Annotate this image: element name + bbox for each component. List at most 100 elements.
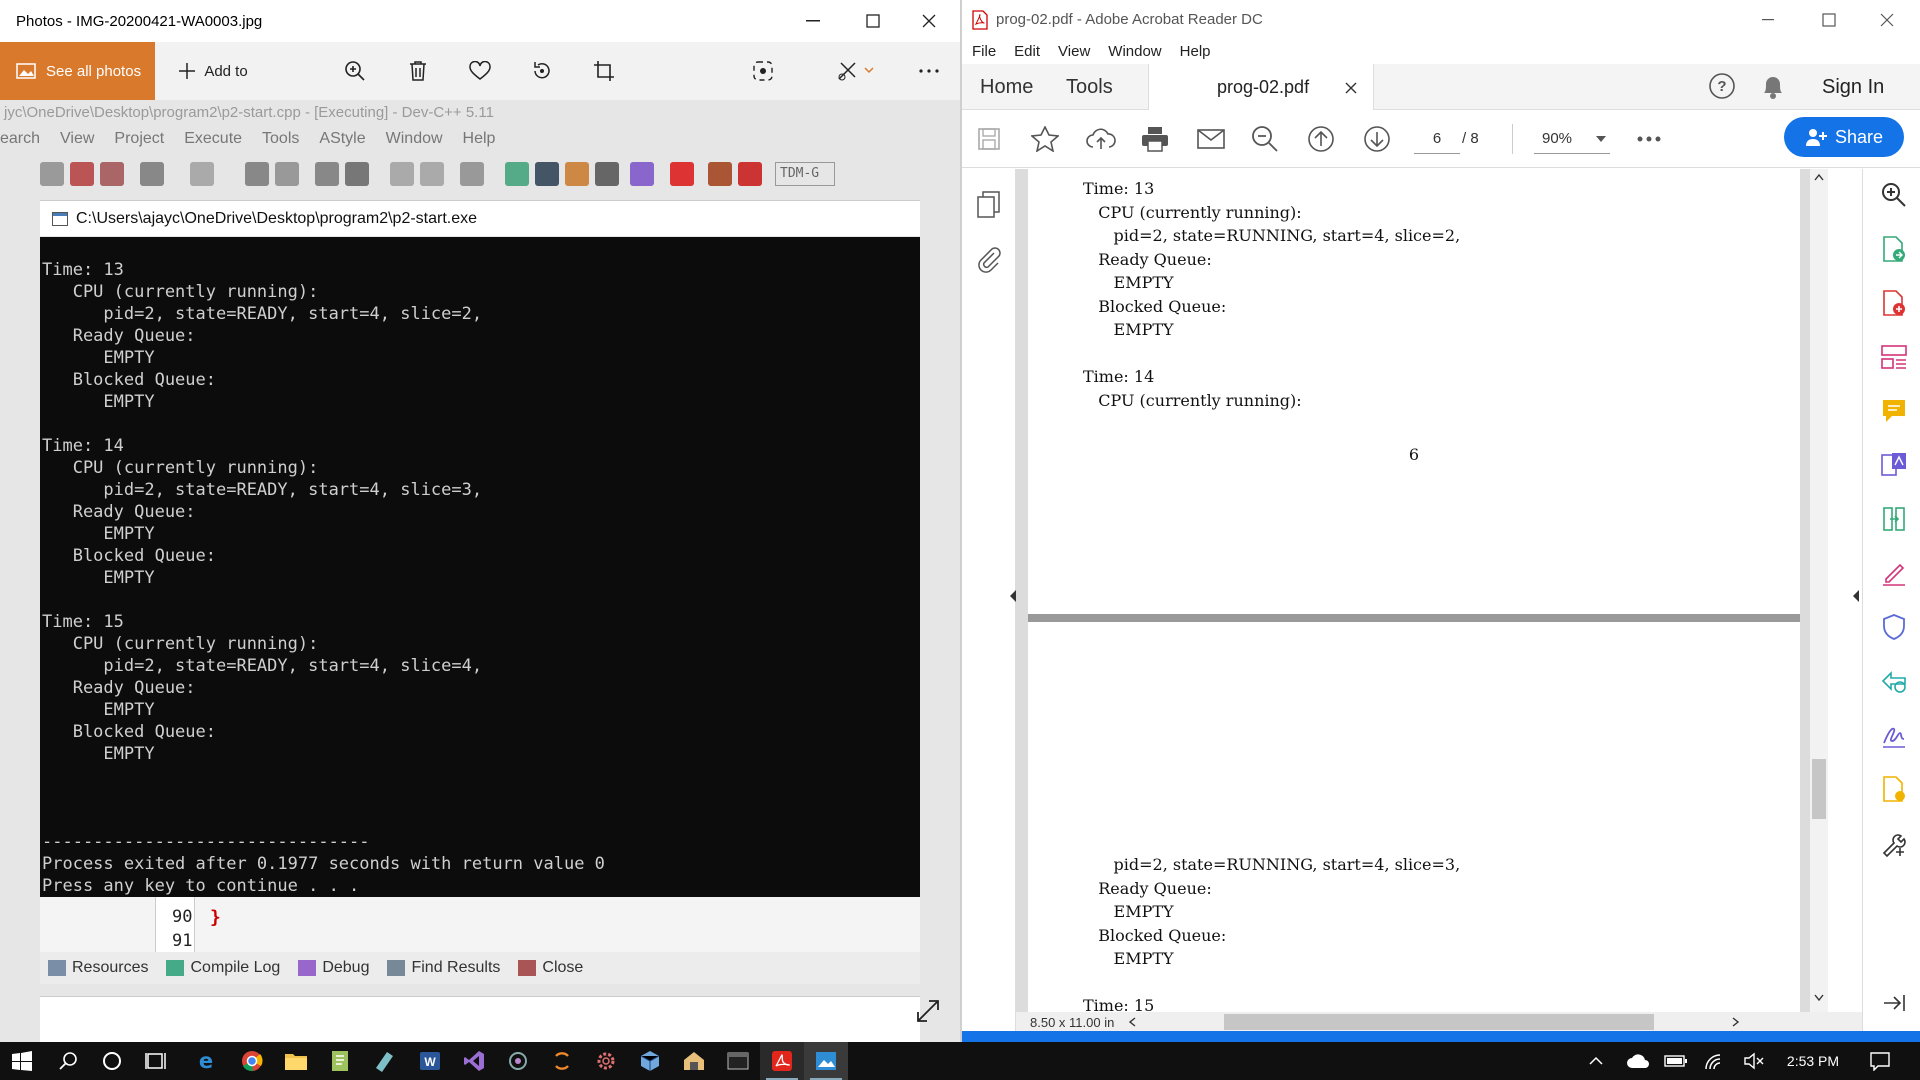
wifi-icon[interactable] xyxy=(1692,1042,1736,1080)
menu-window[interactable]: Window xyxy=(1108,43,1161,60)
right-tools-rail xyxy=(1853,169,1920,1042)
favorite-heart-icon[interactable] xyxy=(465,42,495,100)
menu-help[interactable]: Help xyxy=(1180,43,1211,60)
eclipse-icon[interactable] xyxy=(540,1042,584,1080)
close-button[interactable] xyxy=(906,0,952,42)
share-button[interactable]: Share xyxy=(1784,117,1904,157)
stamp-document-icon[interactable] xyxy=(1880,775,1908,803)
photo-tool-icon xyxy=(535,162,559,186)
see-all-photos-button[interactable]: See all photos xyxy=(0,42,155,100)
save-icon[interactable] xyxy=(974,124,1004,154)
next-page-icon[interactable] xyxy=(1362,124,1392,154)
zoom-select[interactable]: 90% xyxy=(1534,124,1610,154)
menu-view[interactable]: View xyxy=(1058,43,1090,60)
collapse-tools-pane-icon[interactable] xyxy=(1880,989,1908,1017)
volume-muted-icon[interactable] xyxy=(1732,1042,1776,1080)
horizontal-scroll-thumb[interactable] xyxy=(1224,1014,1655,1030)
zoom-search-icon[interactable] xyxy=(1250,124,1280,154)
acrobat-maximize-button[interactable] xyxy=(1822,8,1852,32)
request-signature-icon[interactable] xyxy=(1880,721,1908,749)
scroll-left-icon[interactable] xyxy=(1128,1017,1136,1027)
chevron-down-icon xyxy=(864,67,874,74)
expand-icon[interactable] xyxy=(915,998,945,1028)
file-explorer-icon[interactable] xyxy=(274,1042,318,1080)
visual-studio-icon[interactable] xyxy=(452,1042,496,1080)
more-tools-icon[interactable] xyxy=(1634,124,1664,154)
photo-tool-icon xyxy=(505,162,529,186)
word-icon[interactable]: W xyxy=(408,1042,452,1080)
vertical-scrollbar[interactable] xyxy=(1810,169,1828,1012)
app-icon[interactable] xyxy=(496,1042,540,1080)
edit-create-button[interactable] xyxy=(830,42,880,100)
acrobat-taskbar-icon[interactable] xyxy=(760,1042,804,1080)
zoom-icon[interactable] xyxy=(340,42,370,100)
page-thumbnails-icon[interactable] xyxy=(976,191,1002,219)
expand-right-arrow-icon[interactable] xyxy=(1851,589,1861,603)
svg-text:e: e xyxy=(199,1050,213,1072)
settings-gear-icon[interactable] xyxy=(584,1042,628,1080)
start-windows-icon[interactable] xyxy=(0,1042,44,1080)
zoom-in-icon[interactable] xyxy=(1880,181,1908,209)
comment-icon[interactable] xyxy=(1880,397,1908,425)
add-to-button[interactable]: Add to xyxy=(168,42,258,100)
acrobat-close-button[interactable] xyxy=(1880,8,1910,32)
scroll-right-icon[interactable] xyxy=(1732,1017,1740,1027)
terminal-icon[interactable] xyxy=(716,1042,760,1080)
pdf-text-line: EMPTY xyxy=(1083,273,1174,292)
app-icon[interactable] xyxy=(672,1042,716,1080)
edge-browser-icon[interactable]: e xyxy=(184,1042,228,1080)
page-size-label: 8.50 x 11.00 in xyxy=(1030,1014,1115,1030)
search-icon[interactable] xyxy=(46,1042,90,1080)
edit-create-icon xyxy=(838,62,856,81)
more-options-icon[interactable] xyxy=(914,42,944,100)
edit-pdf-icon[interactable] xyxy=(1880,451,1908,479)
console-line: -------------------------------- xyxy=(42,832,370,852)
print-icon[interactable] xyxy=(1140,124,1170,154)
close-tab-icon[interactable] xyxy=(1345,82,1357,94)
clock[interactable]: 2:53 PM xyxy=(1780,1042,1846,1080)
app-icon[interactable] xyxy=(362,1042,406,1080)
upload-cloud-icon[interactable] xyxy=(1086,124,1116,154)
more-tools-wrench-icon[interactable] xyxy=(1880,829,1908,857)
rotate-icon[interactable] xyxy=(527,42,557,100)
tab-document[interactable]: prog-02.pdf xyxy=(1148,64,1374,111)
console-line: pid=2, state=READY, start=4, slice=2, xyxy=(42,304,483,324)
minimize-button[interactable] xyxy=(790,0,836,42)
previous-page-icon[interactable] xyxy=(1306,124,1336,154)
delete-icon[interactable] xyxy=(403,42,433,100)
enhance-icon[interactable] xyxy=(748,42,778,100)
collapse-left-arrow-icon[interactable] xyxy=(1008,589,1018,603)
bookmark-star-icon[interactable] xyxy=(1030,124,1060,154)
show-hidden-icons-chevron-icon[interactable] xyxy=(1574,1042,1618,1080)
create-pdf-icon[interactable] xyxy=(1880,289,1908,317)
menu-file[interactable]: File xyxy=(972,43,996,60)
notifications-bell-icon[interactable] xyxy=(1760,72,1790,102)
notifications-icon[interactable] xyxy=(1858,1042,1902,1080)
vertical-scroll-thumb[interactable] xyxy=(1812,759,1826,819)
help-icon[interactable]: ? xyxy=(1708,72,1738,102)
chrome-icon[interactable] xyxy=(230,1042,274,1080)
photos-taskbar-icon[interactable] xyxy=(804,1042,848,1080)
tab-tools[interactable]: Tools xyxy=(1066,64,1113,110)
menu-edit[interactable]: Edit xyxy=(1014,43,1040,60)
tab-home[interactable]: Home xyxy=(980,64,1033,110)
acrobat-minimize-button[interactable] xyxy=(1762,8,1792,32)
debug-icon xyxy=(298,960,317,976)
cortana-icon[interactable] xyxy=(90,1042,134,1080)
organize-pages-icon[interactable] xyxy=(1880,343,1908,371)
task-view-icon[interactable] xyxy=(134,1042,178,1080)
sign-in-link[interactable]: Sign In xyxy=(1822,64,1884,110)
pdf-page-7: pid=2, state=RUNNING, start=4, slice=3, … xyxy=(1028,622,1800,1042)
virtualbox-icon[interactable] xyxy=(628,1042,672,1080)
export-pdf-icon[interactable] xyxy=(1880,235,1908,263)
crop-icon[interactable] xyxy=(589,42,619,100)
attachments-paperclip-icon[interactable] xyxy=(976,245,1002,273)
send-for-review-icon[interactable] xyxy=(1880,667,1908,695)
page-number-input[interactable]: 6 xyxy=(1414,124,1460,154)
email-icon[interactable] xyxy=(1196,124,1226,154)
fill-sign-icon[interactable] xyxy=(1880,559,1908,587)
maximize-button[interactable] xyxy=(850,0,896,42)
combine-files-icon[interactable] xyxy=(1880,505,1908,533)
protect-shield-icon[interactable] xyxy=(1880,613,1908,641)
notepad-plus-icon[interactable] xyxy=(318,1042,362,1080)
